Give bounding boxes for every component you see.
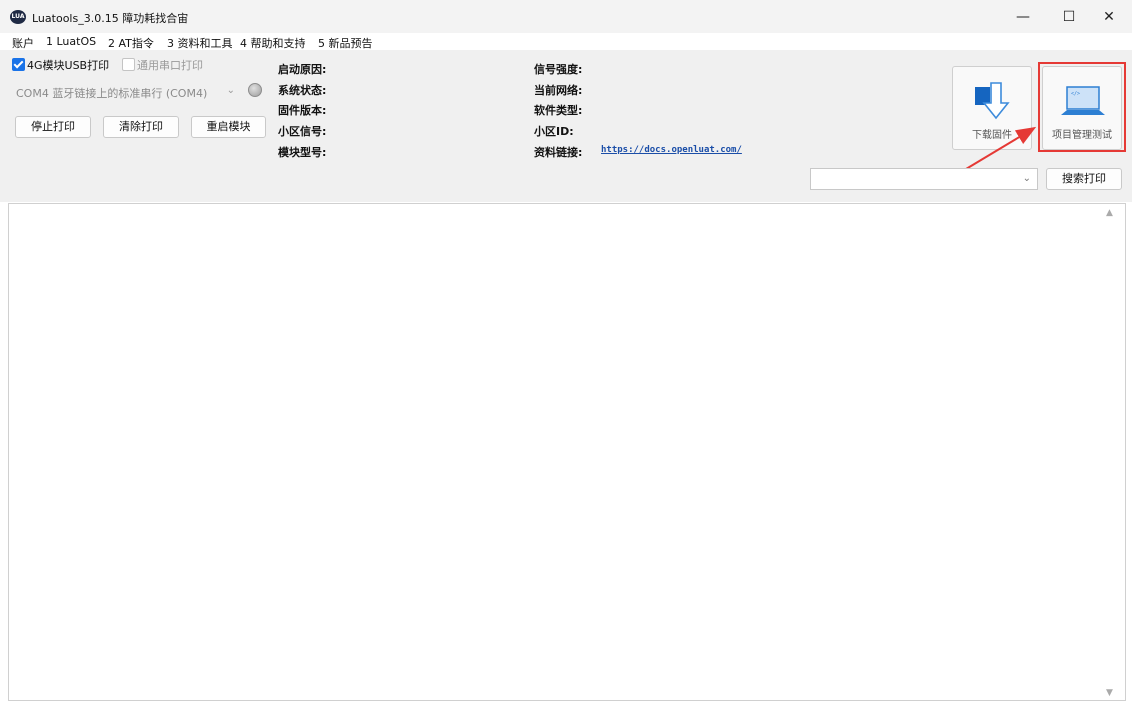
docs-link-label: 资料链接: <box>534 146 583 159</box>
current-network-label: 当前网络: <box>534 84 583 97</box>
download-firmware-button[interactable]: 下载固件 <box>952 66 1032 150</box>
menu-account[interactable]: 账户 <box>12 35 34 51</box>
usb-print-checkbox[interactable] <box>12 58 25 71</box>
download-firmware-label: 下载固件 <box>972 130 1012 141</box>
minimize-button[interactable]: — <box>1000 0 1046 34</box>
menu-resources-tools[interactable]: 3 资料和工具 <box>167 35 233 51</box>
refresh-port-icon[interactable] <box>248 83 262 97</box>
highlight-box <box>1038 62 1126 152</box>
restart-module-button[interactable]: 重启模块 <box>191 116 266 138</box>
menu-at-commands[interactable]: 2 AT指令 <box>108 35 154 51</box>
stop-print-button[interactable]: 停止打印 <box>15 116 91 138</box>
menu-luatos[interactable]: 1 LuatOS <box>46 35 96 48</box>
scroll-up-icon[interactable]: ▲ <box>1106 208 1113 218</box>
docs-link[interactable]: https://docs.openluat.com/ <box>601 145 742 155</box>
log-output-area[interactable] <box>8 203 1126 701</box>
cell-id-label: 小区ID: <box>534 125 574 138</box>
usb-print-label[interactable]: 4G模块USB打印 <box>27 57 109 73</box>
port-select-value: COM4 蓝牙链接上的标准串行 (COM4) <box>16 87 208 100</box>
cell-signal-label: 小区信号: <box>278 125 327 138</box>
menu-help-support[interactable]: 4 帮助和支持 <box>240 35 306 51</box>
clear-print-button[interactable]: 清除打印 <box>103 116 179 138</box>
port-select[interactable]: COM4 蓝牙链接上的标准串行 (COM4) ⌄ <box>10 81 241 103</box>
download-arrow-icon <box>975 82 1010 120</box>
scroll-down-icon[interactable]: ▼ <box>1106 688 1113 698</box>
signal-strength-label: 信号强度: <box>534 63 583 76</box>
menu-bar: 账户 1 LuatOS 2 AT指令 3 资料和工具 4 帮助和支持 5 新品预… <box>0 33 1132 50</box>
app-logo-icon: LUA <box>10 10 26 24</box>
search-combobox[interactable]: ⌄ <box>810 168 1038 190</box>
search-print-button[interactable]: 搜索打印 <box>1046 168 1122 190</box>
chevron-down-icon: ⌄ <box>226 85 235 96</box>
chevron-down-icon: ⌄ <box>1022 173 1031 184</box>
firmware-version-label: 固件版本: <box>278 104 327 117</box>
close-button[interactable]: ✕ <box>1086 0 1132 34</box>
serial-print-checkbox[interactable] <box>122 58 135 71</box>
software-type-label: 软件类型: <box>534 104 583 117</box>
window-title: Luatools_3.0.15 障功耗找合宙 <box>32 12 189 25</box>
menu-new-products[interactable]: 5 新品预告 <box>318 35 373 51</box>
title-bar: LUA Luatools_3.0.15 障功耗找合宙 — ☐ ✕ <box>0 0 1132 34</box>
serial-print-label[interactable]: 通用串口打印 <box>137 57 203 73</box>
module-model-label: 模块型号: <box>278 146 327 159</box>
boot-reason-label: 启动原因: <box>278 63 327 76</box>
system-state-label: 系统状态: <box>278 84 327 97</box>
